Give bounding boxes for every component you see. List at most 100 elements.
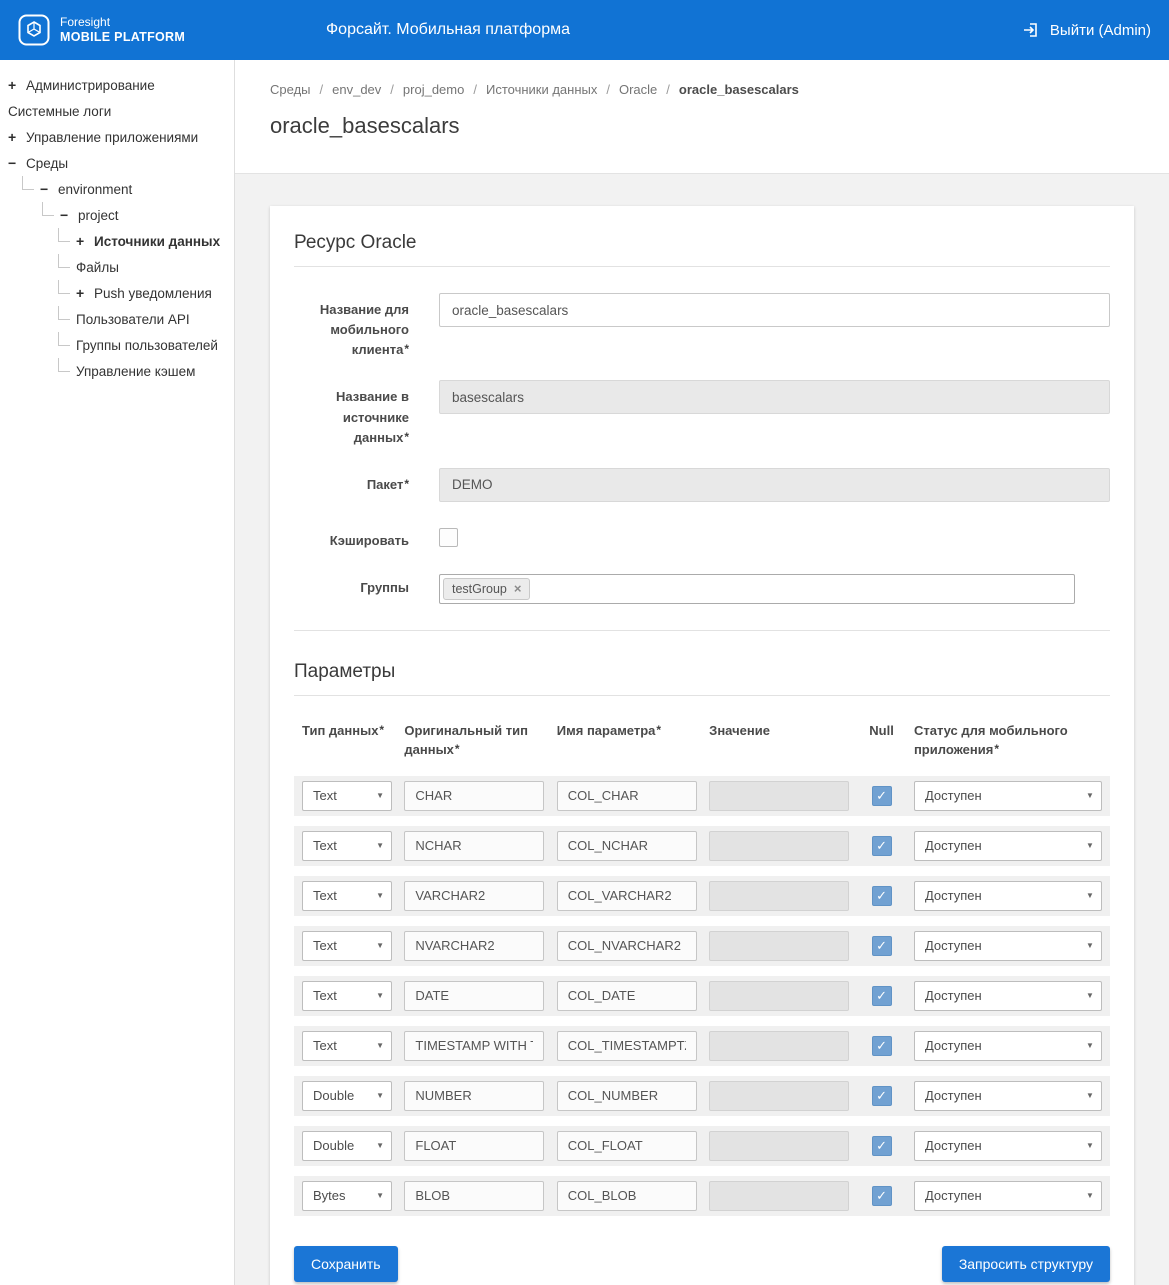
type-select[interactable]: Double ▼ xyxy=(302,1081,392,1111)
type-select[interactable]: Text ▼ xyxy=(302,881,392,911)
status-select[interactable]: Доступен ▼ xyxy=(914,1081,1102,1111)
breadcrumb-item[interactable]: proj_demo xyxy=(403,82,464,97)
mobile-name-wrap xyxy=(439,293,1110,327)
status-select[interactable]: Доступен ▼ xyxy=(914,1131,1102,1161)
param-name-input[interactable] xyxy=(557,931,697,961)
logo-brand: Foresight xyxy=(60,15,185,29)
original-type-input[interactable] xyxy=(404,931,544,961)
param-name-input[interactable] xyxy=(557,881,697,911)
sidebar-item[interactable]: Файлы xyxy=(0,254,234,280)
mobile-name-input[interactable] xyxy=(439,293,1110,327)
original-type-input[interactable] xyxy=(404,831,544,861)
type-select-value: Text xyxy=(313,888,337,903)
type-select[interactable]: Bytes ▼ xyxy=(302,1181,392,1211)
param-status-cell: Доступен ▼ xyxy=(914,1131,1102,1161)
param-name-input[interactable] xyxy=(557,1031,697,1061)
sidebar-item-label: Источники данных xyxy=(94,234,220,249)
type-select[interactable]: Double ▼ xyxy=(302,1131,392,1161)
null-checkbox[interactable]: ✓ xyxy=(872,1136,892,1156)
value-input xyxy=(709,781,849,811)
sidebar-item[interactable]: − Среды xyxy=(0,150,234,176)
type-select[interactable]: Text ▼ xyxy=(302,781,392,811)
sidebar-item[interactable]: + Push уведомления xyxy=(0,280,234,306)
param-rows: Text ▼ ✓ Доступен ▼ Text ▼ xyxy=(294,776,1110,1216)
logout-button[interactable]: Выйти (Admin) xyxy=(1023,22,1151,39)
tree-connector-line xyxy=(22,176,34,190)
request-structure-button[interactable]: Запросить структуру xyxy=(942,1246,1110,1282)
param-name-input[interactable] xyxy=(557,981,697,1011)
tree-expand-icon[interactable]: + xyxy=(8,77,19,93)
original-type-input[interactable] xyxy=(404,1081,544,1111)
param-name-input[interactable] xyxy=(557,781,697,811)
sidebar-item[interactable]: Управление кэшем xyxy=(0,358,234,384)
null-checkbox[interactable]: ✓ xyxy=(872,886,892,906)
type-select[interactable]: Text ▼ xyxy=(302,1031,392,1061)
tree-expand-icon[interactable]: + xyxy=(8,129,19,145)
null-checkbox[interactable]: ✓ xyxy=(872,836,892,856)
required-marker: * xyxy=(379,723,384,737)
param-name-input[interactable] xyxy=(557,831,697,861)
original-type-input[interactable] xyxy=(404,1131,544,1161)
original-type-input[interactable] xyxy=(404,781,544,811)
param-null-cell: ✓ xyxy=(862,786,902,806)
tree-connector-line xyxy=(58,358,70,372)
status-select[interactable]: Доступен ▼ xyxy=(914,1181,1102,1211)
breadcrumb-item[interactable]: env_dev xyxy=(332,82,381,97)
status-select[interactable]: Доступен ▼ xyxy=(914,881,1102,911)
null-checkbox[interactable]: ✓ xyxy=(872,1186,892,1206)
null-checkbox[interactable]: ✓ xyxy=(872,786,892,806)
status-select[interactable]: Доступен ▼ xyxy=(914,981,1102,1011)
sidebar-item[interactable]: − environment xyxy=(0,176,234,202)
tree-expand-icon[interactable]: − xyxy=(40,181,51,197)
col-header-original-text: Оригинальный тип данных xyxy=(404,723,528,757)
sidebar-item[interactable]: − project xyxy=(0,202,234,228)
type-select[interactable]: Text ▼ xyxy=(302,831,392,861)
status-select[interactable]: Доступен ▼ xyxy=(914,931,1102,961)
sidebar-item[interactable]: + Источники данных xyxy=(0,228,234,254)
original-type-input[interactable] xyxy=(404,981,544,1011)
breadcrumb-item[interactable]: Среды xyxy=(270,82,311,97)
sidebar-item[interactable]: + Управление приложениями xyxy=(0,124,234,150)
original-type-input[interactable] xyxy=(404,881,544,911)
cache-checkbox[interactable] xyxy=(439,528,458,547)
chevron-down-icon: ▼ xyxy=(1086,1191,1094,1200)
type-select[interactable]: Text ▼ xyxy=(302,931,392,961)
breadcrumb-item[interactable]: Источники данных xyxy=(486,82,597,97)
status-select[interactable]: Доступен ▼ xyxy=(914,781,1102,811)
tree-expand-icon[interactable]: + xyxy=(76,233,87,249)
breadcrumb-separator: / xyxy=(666,82,670,97)
sidebar-item[interactable]: + Администрирование xyxy=(0,72,234,98)
sidebar-item[interactable]: Системные логи xyxy=(0,98,234,124)
tree-expand-icon[interactable]: − xyxy=(60,207,71,223)
param-row: Text ▼ ✓ Доступен ▼ xyxy=(294,776,1110,816)
null-checkbox[interactable]: ✓ xyxy=(872,1036,892,1056)
param-name-input[interactable] xyxy=(557,1181,697,1211)
sidebar-item[interactable]: Группы пользователей xyxy=(0,332,234,358)
param-original-cell xyxy=(404,931,544,961)
tree-connector-line xyxy=(58,254,70,268)
col-header-type: Тип данных* xyxy=(302,722,392,741)
param-name-input[interactable] xyxy=(557,1081,697,1111)
null-checkbox[interactable]: ✓ xyxy=(872,1086,892,1106)
params-table-header: Тип данных* Оригинальный тип данных* Имя… xyxy=(294,722,1110,760)
sidebar-item[interactable]: Пользователи API xyxy=(0,306,234,332)
package-input xyxy=(439,468,1110,502)
null-checkbox[interactable]: ✓ xyxy=(872,936,892,956)
param-name-input[interactable] xyxy=(557,1131,697,1161)
chevron-down-icon: ▼ xyxy=(1086,1091,1094,1100)
breadcrumb-item[interactable]: Oracle xyxy=(619,82,657,97)
tag-remove-icon[interactable]: × xyxy=(514,582,522,595)
save-button[interactable]: Сохранить xyxy=(294,1246,398,1282)
type-select-value: Text xyxy=(313,988,337,1003)
original-type-input[interactable] xyxy=(404,1181,544,1211)
status-select[interactable]: Доступен ▼ xyxy=(914,1031,1102,1061)
sidebar-item-label: Группы пользователей xyxy=(76,338,218,353)
tree-expand-icon[interactable]: − xyxy=(8,155,19,171)
status-select[interactable]: Доступен ▼ xyxy=(914,831,1102,861)
original-type-input[interactable] xyxy=(404,1031,544,1061)
type-select[interactable]: Text ▼ xyxy=(302,981,392,1011)
null-checkbox[interactable]: ✓ xyxy=(872,986,892,1006)
groups-tags-input[interactable]: testGroup × xyxy=(439,574,1075,604)
param-name-cell xyxy=(557,881,697,911)
tree-expand-icon[interactable]: + xyxy=(76,285,87,301)
